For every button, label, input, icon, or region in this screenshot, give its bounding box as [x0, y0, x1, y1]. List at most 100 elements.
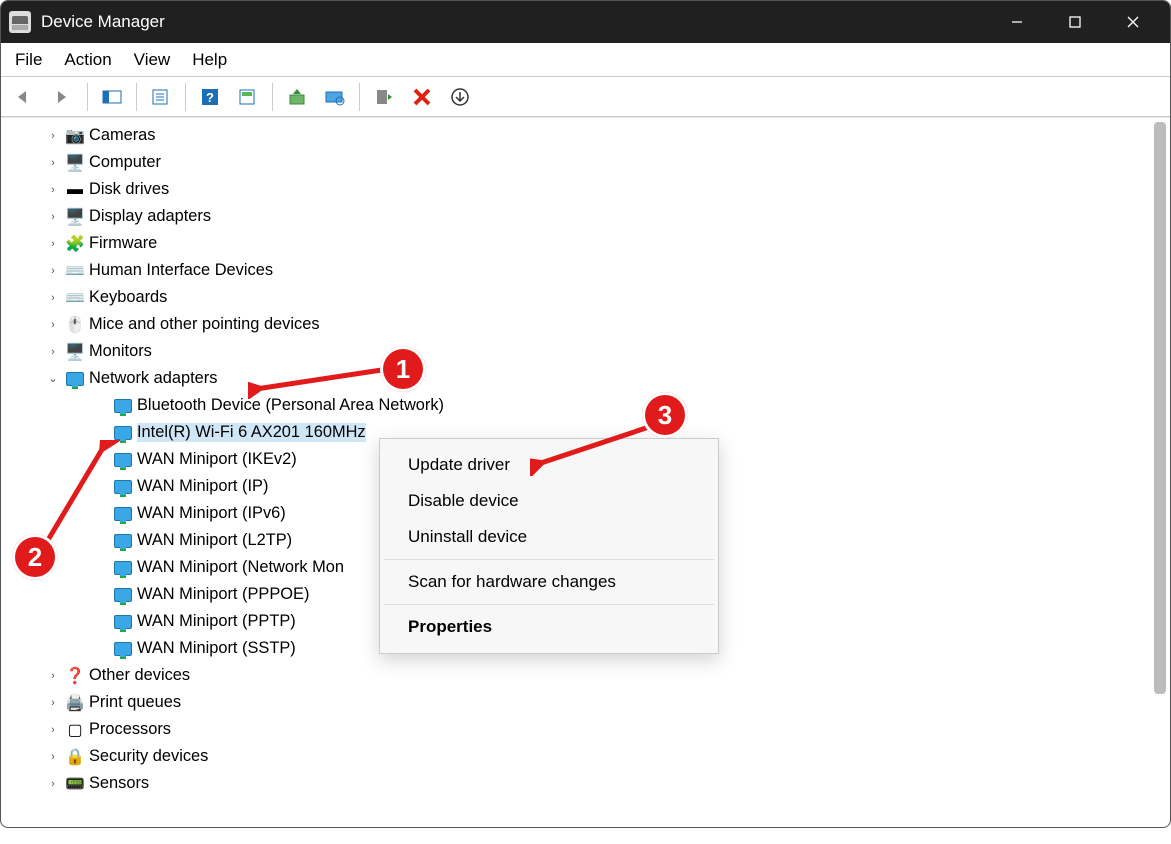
tree-category[interactable]: ›❓Other devices: [21, 662, 1170, 689]
context-menu-item[interactable]: Uninstall device: [380, 519, 718, 555]
tree-category[interactable]: ›🖱️Mice and other pointing devices: [21, 311, 1170, 338]
annotation-1: 1: [380, 346, 426, 392]
tree-category[interactable]: ›🖥️Monitors: [21, 338, 1170, 365]
tree-category-label: Mice and other pointing devices: [89, 315, 320, 334]
menu-help[interactable]: Help: [192, 50, 227, 70]
chevron-right-icon[interactable]: ›: [45, 776, 61, 792]
context-menu-item[interactable]: Disable device: [380, 483, 718, 519]
network-adapter-icon: [113, 585, 133, 605]
tree-category-label: Keyboards: [89, 288, 167, 307]
device-category-icon: 🖥️: [65, 207, 85, 227]
chevron-down-icon[interactable]: ⌄: [45, 371, 61, 387]
tree-category-label: Firmware: [89, 234, 157, 253]
toolbar-forward-button[interactable]: [45, 81, 81, 113]
spacer: [93, 614, 109, 630]
chevron-right-icon[interactable]: ›: [45, 209, 61, 225]
menu-view[interactable]: View: [134, 50, 171, 70]
titlebar[interactable]: Device Manager: [1, 1, 1170, 43]
tree-category[interactable]: ⌄Network adapters: [21, 365, 1170, 392]
spacer: [93, 398, 109, 414]
tree-device-label: WAN Miniport (SSTP): [137, 639, 296, 658]
tree-device-label: WAN Miniport (PPPOE): [137, 585, 309, 604]
context-menu-item[interactable]: Update driver: [380, 447, 718, 483]
tree-category-label: Human Interface Devices: [89, 261, 273, 280]
context-menu-separator: [384, 559, 714, 560]
device-category-icon: 📟: [65, 774, 85, 794]
tree-category-label: Monitors: [89, 342, 152, 361]
spacer: [93, 533, 109, 549]
toolbar-scan-button[interactable]: [317, 81, 353, 113]
chevron-right-icon[interactable]: ›: [45, 749, 61, 765]
toolbar-show-hide-tree-button[interactable]: [94, 81, 130, 113]
chevron-right-icon[interactable]: ›: [45, 263, 61, 279]
device-category-icon: 🖱️: [65, 315, 85, 335]
chevron-right-icon[interactable]: ›: [45, 290, 61, 306]
chevron-right-icon[interactable]: ›: [45, 722, 61, 738]
tree-category[interactable]: ›🖥️Computer: [21, 149, 1170, 176]
window-title: Device Manager: [41, 12, 165, 32]
tree-category[interactable]: ›🔒Security devices: [21, 743, 1170, 770]
tree-device-label: WAN Miniport (L2TP): [137, 531, 292, 550]
tree-category[interactable]: ›📟Sensors: [21, 770, 1170, 797]
chevron-right-icon[interactable]: ›: [45, 344, 61, 360]
context-menu-item[interactable]: Properties: [380, 609, 718, 645]
toolbar-down-button[interactable]: [442, 81, 478, 113]
tree-category[interactable]: ›📷Cameras: [21, 122, 1170, 149]
network-adapter-icon: [113, 450, 133, 470]
toolbar-view-button[interactable]: [230, 81, 266, 113]
vertical-scrollbar[interactable]: [1152, 122, 1168, 787]
annotation-3: 3: [642, 392, 688, 438]
tree-device-label: WAN Miniport (PPTP): [137, 612, 296, 631]
tree-category-label: Print queues: [89, 693, 181, 712]
tree-category-label: Computer: [89, 153, 161, 172]
tree-device-label: WAN Miniport (IPv6): [137, 504, 286, 523]
network-adapter-icon: [113, 504, 133, 524]
tree-device-label: WAN Miniport (Network Mon: [137, 558, 344, 577]
chevron-right-icon[interactable]: ›: [45, 128, 61, 144]
toolbar-help-button[interactable]: ?: [192, 81, 228, 113]
network-adapter-icon: [113, 477, 133, 497]
network-adapter-icon: [113, 423, 133, 443]
minimize-button[interactable]: [988, 1, 1046, 43]
chevron-right-icon[interactable]: ›: [45, 236, 61, 252]
close-button[interactable]: [1104, 1, 1162, 43]
network-adapter-icon: [113, 531, 133, 551]
tree-device-label: WAN Miniport (IP): [137, 477, 268, 496]
toolbar-uninstall-button[interactable]: [404, 81, 440, 113]
chevron-right-icon[interactable]: ›: [45, 317, 61, 333]
tree-category[interactable]: ›⌨️Keyboards: [21, 284, 1170, 311]
network-adapter-icon: [113, 558, 133, 578]
spacer: [93, 425, 109, 441]
toolbar-update-driver-button[interactable]: [279, 81, 315, 113]
tree-category[interactable]: ›🖥️Display adapters: [21, 203, 1170, 230]
scrollbar-thumb[interactable]: [1154, 122, 1166, 694]
spacer: [93, 506, 109, 522]
tree-category-label: Display adapters: [89, 207, 211, 226]
device-category-icon: ▢: [65, 720, 85, 740]
toolbar-properties-button[interactable]: [143, 81, 179, 113]
maximize-button[interactable]: [1046, 1, 1104, 43]
network-adapter-icon: [113, 612, 133, 632]
tree-device-item[interactable]: Bluetooth Device (Personal Area Network): [21, 392, 1170, 419]
chevron-right-icon[interactable]: ›: [45, 182, 61, 198]
device-category-icon: ⌨️: [65, 288, 85, 308]
spacer: [93, 560, 109, 576]
toolbar-enable-button[interactable]: [366, 81, 402, 113]
device-category-icon: ⌨️: [65, 261, 85, 281]
tree-category[interactable]: ›⌨️Human Interface Devices: [21, 257, 1170, 284]
tree-category[interactable]: ›🖨️Print queues: [21, 689, 1170, 716]
context-menu-item[interactable]: Scan for hardware changes: [380, 564, 718, 600]
spacer: [93, 641, 109, 657]
chevron-right-icon[interactable]: ›: [45, 668, 61, 684]
chevron-right-icon[interactable]: ›: [45, 155, 61, 171]
menu-file[interactable]: File: [15, 50, 42, 70]
chevron-right-icon[interactable]: ›: [45, 695, 61, 711]
network-adapter-icon: [113, 396, 133, 416]
toolbar-back-button[interactable]: [7, 81, 43, 113]
menu-action[interactable]: Action: [64, 50, 111, 70]
tree-device-label: WAN Miniport (IKEv2): [137, 450, 297, 469]
tree-category[interactable]: ›▬Disk drives: [21, 176, 1170, 203]
tree-category[interactable]: ›▢Processors: [21, 716, 1170, 743]
tree-category[interactable]: ›🧩Firmware: [21, 230, 1170, 257]
tree-category-label: Cameras: [89, 126, 156, 145]
